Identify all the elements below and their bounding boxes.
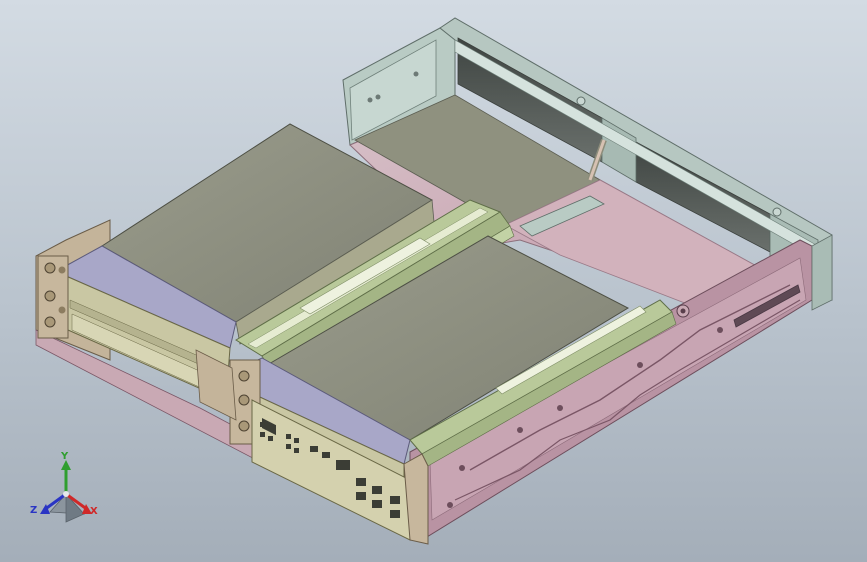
chassis-assembly[interactable] xyxy=(35,17,833,545)
z-axis-label: Z xyxy=(30,505,38,516)
orientation-triad xyxy=(40,460,92,523)
y-axis-label: Y xyxy=(61,451,69,462)
x-axis-label: X xyxy=(90,506,98,517)
cad-viewport[interactable] xyxy=(0,0,867,562)
